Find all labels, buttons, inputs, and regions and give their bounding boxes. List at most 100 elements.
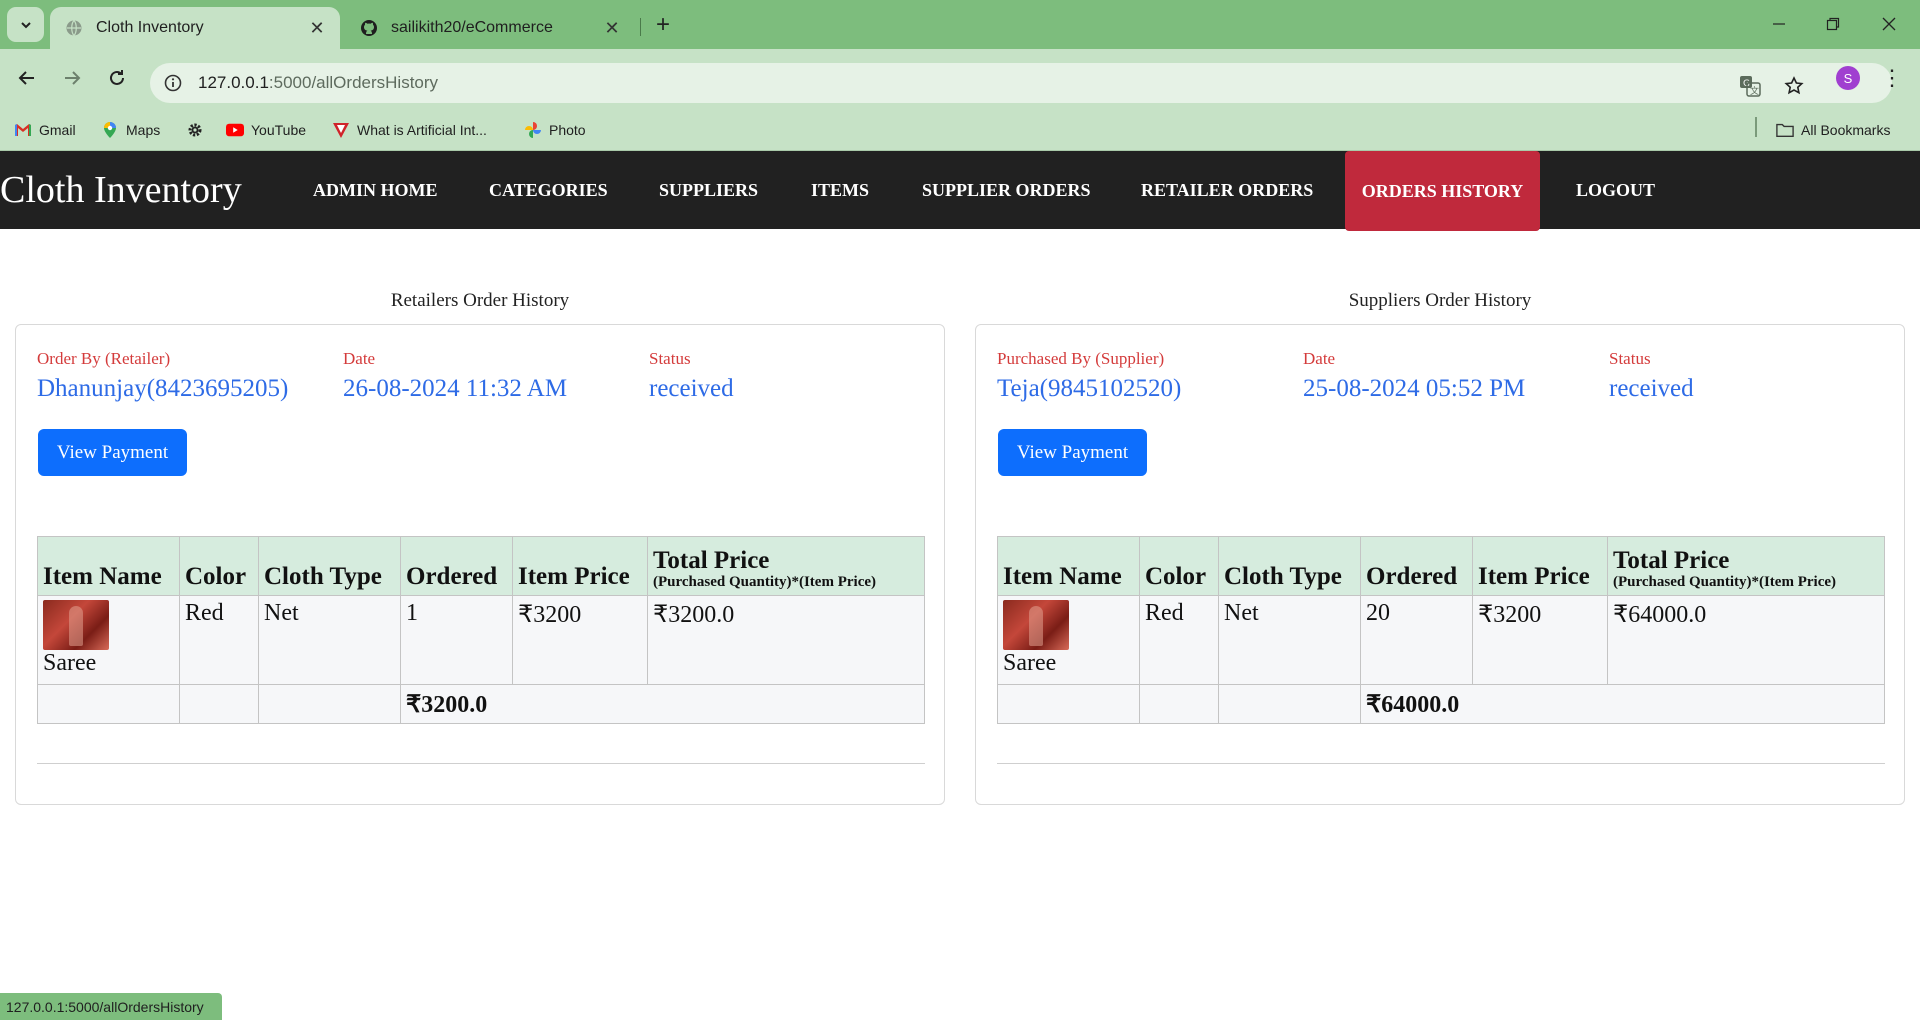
cell-ordered: 1 (400, 595, 513, 685)
tab-title: Cloth Inventory (96, 19, 204, 36)
tab-title: sailikith20/eCommerce (391, 19, 553, 36)
arrow-right-icon (65, 71, 81, 85)
tab-github[interactable]: sailikith20/eCommerce ✕ (345, 7, 635, 49)
item-name: Saree (43, 650, 97, 676)
arrow-left-icon (18, 71, 34, 85)
retailers-section-title: Retailers Order History (390, 290, 570, 311)
link-status-bar: 127.0.0.1:5000/allOrdersHistory (0, 993, 222, 1020)
table-row: Saree Red Net 20 ₹3200 ₹64000.0 (997, 595, 1885, 685)
date-label: Date (343, 349, 376, 368)
bookmark-star-icon[interactable] (1780, 72, 1808, 100)
status-label: Status (1609, 349, 1651, 368)
tab-search-dropdown[interactable] (7, 7, 44, 42)
close-icon (1882, 17, 1896, 31)
url-path: :5000/allOrdersHistory (268, 73, 439, 92)
suppliers-section-title: Suppliers Order History (1348, 290, 1532, 311)
bookmark-gmail[interactable]: Gmail (14, 118, 76, 142)
table-total-row: ₹3200.0 (37, 684, 925, 724)
bookmark-ai-article[interactable]: What is Artificial Int... (332, 118, 487, 142)
date-value: 26-08-2024 11:32 AM (343, 375, 568, 402)
bookmark-maps[interactable]: Maps (101, 118, 160, 142)
address-bar[interactable]: 127.0.0.1:5000/allOrdersHistory G文 (150, 63, 1892, 103)
tab-separator (640, 18, 641, 36)
forward-button[interactable] (55, 61, 89, 95)
nav-retailer-orders[interactable]: RETAILER ORDERS (1141, 151, 1313, 229)
maps-icon (101, 121, 119, 139)
cell-item-price: ₹3200 (512, 595, 648, 685)
nav-items[interactable]: ITEMS (811, 151, 869, 229)
restore-button[interactable] (1810, 6, 1856, 42)
cell-cloth-type: Net (1218, 595, 1361, 685)
order-by-label: Order By (Retailer) (37, 349, 171, 368)
header-total-formula: (Purchased Quantity)*(Item Price) (1613, 574, 1837, 590)
restore-icon (1826, 17, 1840, 31)
order-by-value: Dhanunjay(8423695205) (37, 375, 289, 402)
date-value: 25-08-2024 05:52 PM (1303, 375, 1526, 402)
header-item-price: Item Price (1472, 536, 1608, 596)
view-payment-button[interactable]: View Payment (38, 429, 187, 476)
status-value: received (649, 375, 734, 402)
cell-item: Saree (997, 595, 1140, 685)
bookmark-youtube[interactable]: YouTube (226, 118, 306, 142)
browser-menu-icon[interactable]: ⋮ (1878, 64, 1906, 92)
reload-button[interactable] (100, 61, 134, 95)
site-info-icon[interactable] (162, 72, 184, 94)
header-total-formula: (Purchased Quantity)*(Item Price) (653, 574, 877, 590)
cell-item: Saree (37, 595, 180, 685)
table-header-row: Item Name Color Cloth Type Ordered Item … (997, 536, 1885, 596)
cell-color: Red (179, 595, 259, 685)
order-items-table: Item Name Color Cloth Type Ordered Item … (997, 536, 1885, 724)
purchased-by-value: Teja(9845102520) (997, 375, 1182, 402)
minimize-icon (1773, 23, 1785, 25)
nav-orders-history[interactable]: ORDERS HISTORY (1345, 151, 1540, 231)
header-cloth-type: Cloth Type (1218, 536, 1361, 596)
item-thumbnail (43, 600, 109, 650)
nav-admin-home[interactable]: ADMIN HOME (313, 151, 438, 229)
new-tab-button[interactable]: + (648, 11, 678, 38)
url-host: 127.0.0.1 (198, 73, 269, 92)
translate-icon[interactable]: G文 (1736, 72, 1764, 100)
nav-logout[interactable]: LOGOUT (1576, 151, 1655, 229)
cell-color: Red (1139, 595, 1219, 685)
header-ordered: Ordered (1360, 536, 1473, 596)
header-total-price: Total Price (Purchased Quantity)*(Item Pr… (647, 536, 925, 596)
header-cloth-type: Cloth Type (258, 536, 401, 596)
bookmark-label: Photo (549, 122, 586, 138)
gear-icon (186, 121, 204, 139)
all-bookmarks-label: All Bookmarks (1801, 122, 1891, 138)
cell-total-price: ₹3200.0 (647, 595, 925, 685)
grand-total: ₹3200.0 (400, 684, 925, 724)
app-navbar: Cloth Inventory ADMIN HOME CATEGORIES SU… (0, 151, 1920, 231)
divider (37, 763, 925, 764)
all-bookmarks[interactable]: All Bookmarks (1776, 118, 1890, 142)
view-payment-button[interactable]: View Payment (998, 429, 1147, 476)
divider (997, 763, 1885, 764)
bookmark-label: YouTube (251, 122, 307, 138)
bookmark-photo[interactable]: Photo (524, 118, 586, 142)
close-tab-icon[interactable]: ✕ (306, 17, 328, 39)
header-color: Color (1139, 536, 1219, 596)
chevron-down-icon (20, 21, 31, 28)
bookmark-label: What is Artificial Int... (357, 122, 487, 138)
minimize-button[interactable] (1756, 6, 1802, 42)
back-button[interactable] (10, 61, 44, 95)
profile-avatar[interactable]: S (1836, 66, 1860, 90)
cell-cloth-type: Net (258, 595, 401, 685)
table-header-row: Item Name Color Cloth Type Ordered Item … (37, 536, 925, 596)
header-item-name: Item Name (37, 536, 180, 596)
bookmark-label: Maps (126, 122, 161, 138)
brand-title[interactable]: Cloth Inventory (0, 168, 242, 212)
cell-total-price: ₹64000.0 (1607, 595, 1885, 685)
nav-suppliers[interactable]: SUPPLIERS (659, 151, 758, 229)
date-label: Date (1303, 349, 1336, 368)
close-window-button[interactable] (1866, 6, 1912, 42)
folder-icon (1776, 121, 1794, 139)
cell-item-price: ₹3200 (1472, 595, 1608, 685)
tab-cloth-inventory[interactable]: Cloth Inventory ✕ (50, 7, 340, 49)
nav-supplier-orders[interactable]: SUPPLIER ORDERS (922, 151, 1091, 229)
table-total-row: ₹64000.0 (997, 684, 1885, 724)
header-total-price: Total Price (Purchased Quantity)*(Item Pr… (1607, 536, 1885, 596)
nav-categories[interactable]: CATEGORIES (489, 151, 608, 229)
bookmark-settings[interactable] (186, 118, 211, 142)
close-tab-icon[interactable]: ✕ (601, 17, 623, 39)
